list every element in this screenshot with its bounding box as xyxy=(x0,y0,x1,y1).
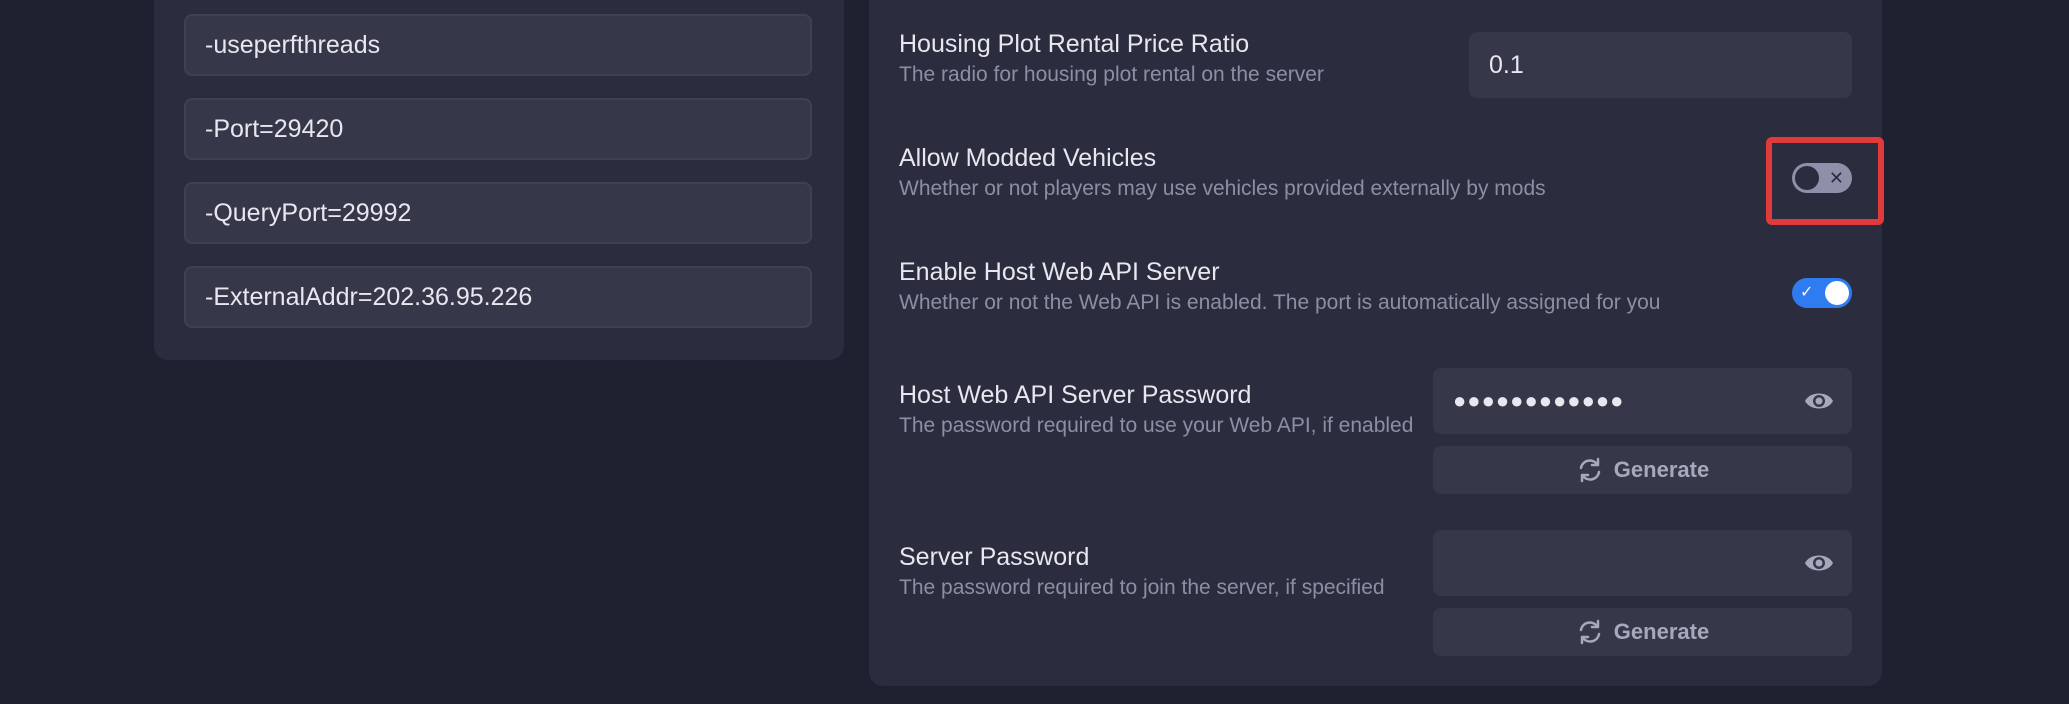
modded-vehicles-description: Whether or not players may use vehicles … xyxy=(899,177,1546,200)
refresh-icon xyxy=(1579,457,1601,483)
web-api-toggle[interactable]: ✓ xyxy=(1792,278,1852,308)
web-api-password-input[interactable]: ●●●●●●●●●●●● xyxy=(1433,368,1852,434)
eye-icon[interactable] xyxy=(1804,550,1834,576)
housing-ratio-title: Housing Plot Rental Price Ratio xyxy=(899,30,1250,58)
web-api-password-title: Host Web API Server Password xyxy=(899,381,1252,409)
highlight-box xyxy=(1766,137,1884,225)
check-icon: ✓ xyxy=(1800,284,1814,301)
refresh-icon xyxy=(1579,619,1601,645)
housing-ratio-input[interactable]: 0.1 xyxy=(1469,32,1852,98)
toggle-knob xyxy=(1825,281,1849,305)
housing-ratio-value: 0.1 xyxy=(1489,51,1524,79)
server-password-input[interactable] xyxy=(1433,530,1852,596)
launch-arg-input[interactable]: -QueryPort=29992 xyxy=(184,182,812,244)
eye-icon[interactable] xyxy=(1804,388,1834,414)
launch-arg-input[interactable]: -Port=29420 xyxy=(184,98,812,160)
modded-vehicles-title: Allow Modded Vehicles xyxy=(899,144,1157,172)
web-api-description: Whether or not the Web API is enabled. T… xyxy=(899,291,1661,314)
generate-server-password-button[interactable]: Generate xyxy=(1433,608,1852,656)
server-password-title: Server Password xyxy=(899,543,1090,571)
generate-label: Generate xyxy=(1613,619,1710,644)
launch-arg-input[interactable]: -useperfthreads xyxy=(184,14,812,76)
launch-arg-input[interactable]: -ExternalAddr=202.36.95.226 xyxy=(184,266,812,328)
launch-args-panel: -useperfthreads -Port=29420 -QueryPort=2… xyxy=(154,0,844,360)
server-password-description: The password required to join the server… xyxy=(899,576,1385,599)
web-api-title: Enable Host Web API Server xyxy=(899,258,1220,286)
generate-label: Generate xyxy=(1613,457,1710,482)
housing-ratio-description: The radio for housing plot rental on the… xyxy=(899,63,1324,86)
password-value: ●●●●●●●●●●●● xyxy=(1453,388,1625,413)
generate-web-api-password-button[interactable]: Generate xyxy=(1433,446,1852,494)
server-settings-panel: Housing Plot Rental Price Ratio The radi… xyxy=(869,0,1882,686)
web-api-password-description: The password required to use your Web AP… xyxy=(899,414,1414,437)
